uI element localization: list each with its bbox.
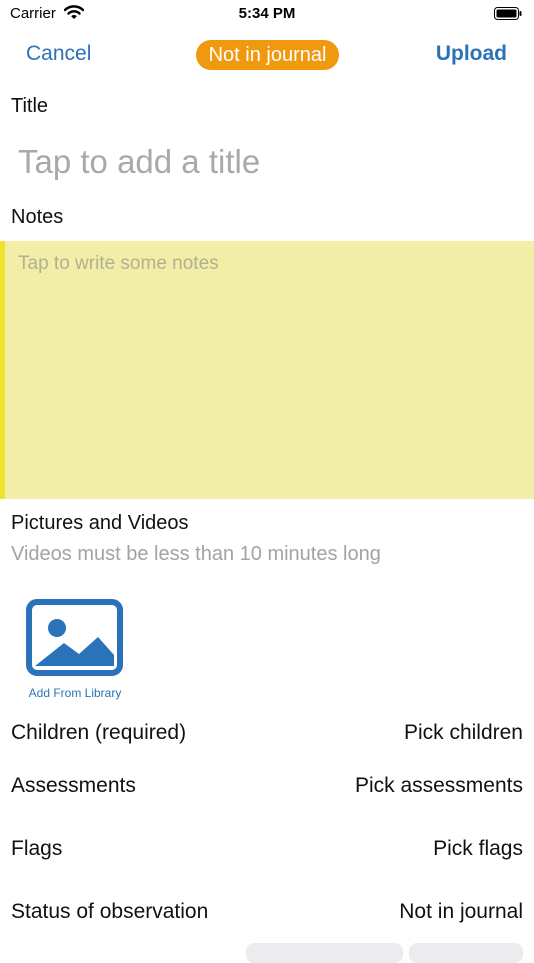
- status-option-pill[interactable]: [246, 943, 403, 963]
- assessments-row[interactable]: Assessments Pick assessments: [11, 774, 523, 804]
- children-label: Children (required): [11, 721, 187, 744]
- nav-bar: Cancel Not in journal Upload: [0, 36, 534, 76]
- pick-flags-value: Pick flags: [433, 837, 523, 860]
- title-input[interactable]: [11, 138, 523, 186]
- cancel-button[interactable]: Cancel: [26, 42, 91, 66]
- flags-label: Flags: [11, 837, 63, 860]
- status-option-pill[interactable]: [409, 943, 523, 963]
- upload-button[interactable]: Upload: [436, 42, 507, 66]
- notes-textarea[interactable]: [0, 241, 534, 499]
- battery-icon: [494, 7, 522, 20]
- flags-row[interactable]: Flags Pick flags: [11, 837, 523, 867]
- video-length-note: Videos must be less than 10 minutes long: [11, 543, 381, 565]
- children-row[interactable]: Children (required) Pick children: [11, 721, 523, 751]
- add-from-library-button[interactable]: Add From Library: [17, 598, 133, 704]
- assessments-label: Assessments: [11, 774, 136, 797]
- notes-label: Notes: [11, 206, 64, 228]
- clock: 5:34 PM: [238, 5, 296, 22]
- status-row[interactable]: Status of observation Not in journal: [11, 900, 523, 930]
- title-label: Title: [11, 95, 49, 117]
- photo-library-icon: [26, 599, 123, 681]
- pick-children-value: Pick children: [403, 721, 523, 744]
- media-label: Pictures and Videos: [11, 512, 189, 534]
- add-from-library-label: Add From Library: [28, 686, 122, 700]
- status-label: Status of observation: [11, 900, 209, 923]
- status-bar: Carrier 5:34 PM: [0, 0, 534, 28]
- status-value: Not in journal: [399, 900, 523, 923]
- journal-status-badge: Not in journal: [196, 40, 339, 70]
- pick-assessments-value: Pick assessments: [354, 774, 523, 797]
